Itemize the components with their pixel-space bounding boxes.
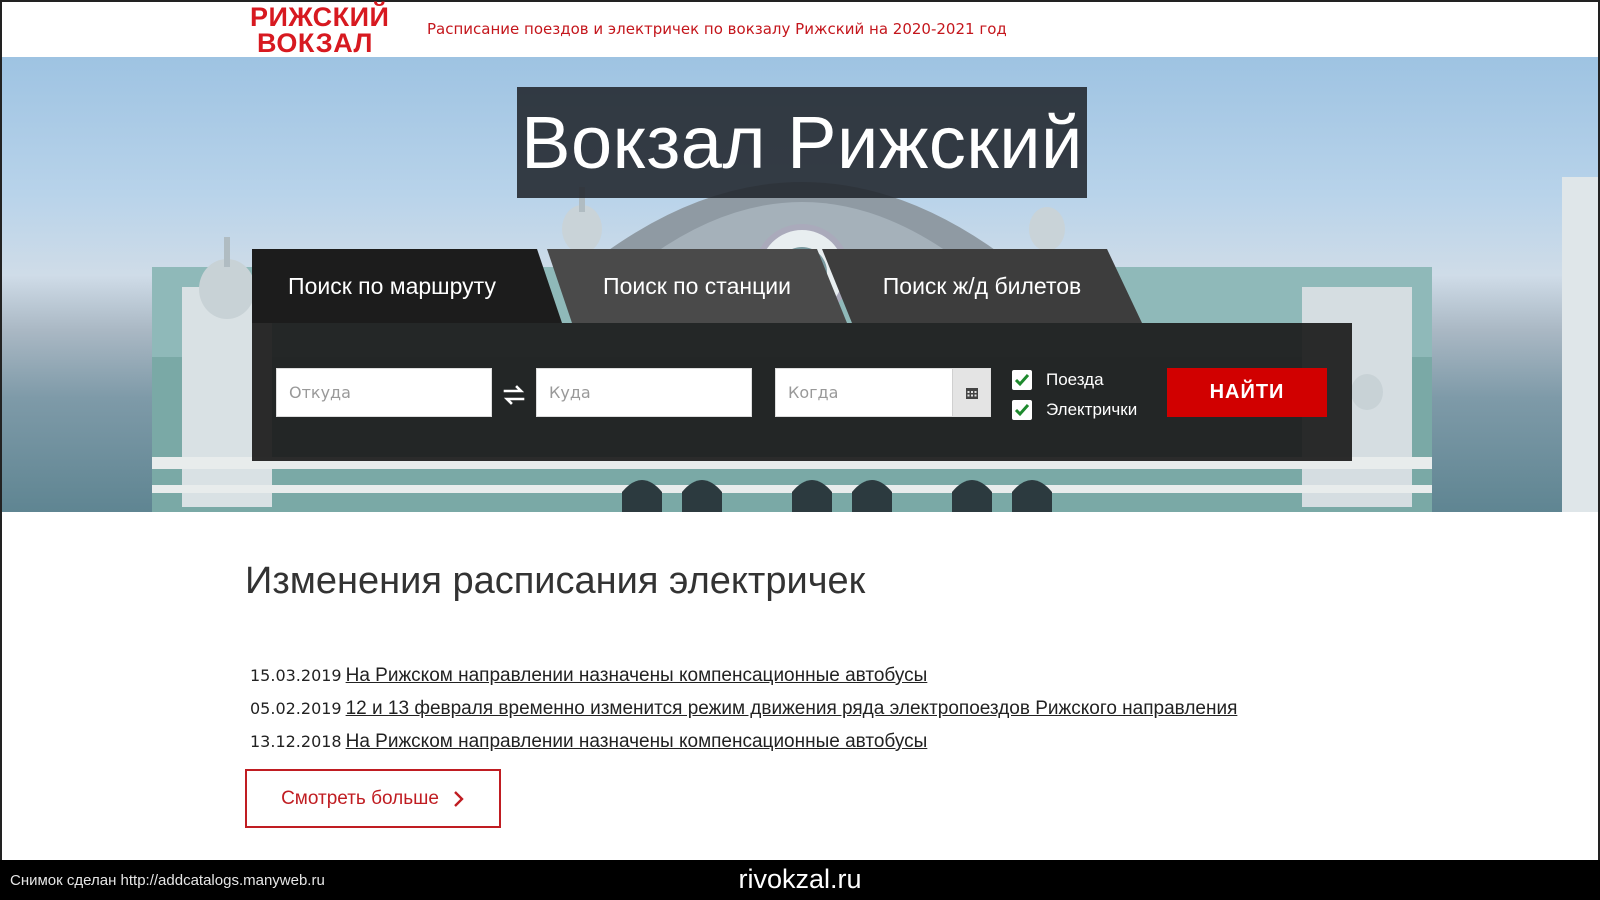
search-panel: Поезда Электрички НАЙТИ	[252, 323, 1352, 461]
calendar-button[interactable]	[952, 369, 990, 416]
see-more-button[interactable]: Смотреть больше	[245, 769, 501, 828]
search-tabs: Поиск ж/д билетов Поиск по станции Поиск…	[252, 249, 1142, 323]
checkbox-box[interactable]	[1012, 400, 1032, 420]
see-more-label: Смотреть больше	[281, 787, 439, 809]
site-header: РИЖСКИЙ ВОКЗАЛ Расписание поездов и элек…	[0, 0, 1600, 57]
from-input[interactable]	[277, 369, 491, 416]
site-logo[interactable]: РИЖСКИЙ ВОКЗАЛ	[250, 2, 390, 58]
tab-tickets-search[interactable]: Поиск ж/д билетов	[822, 249, 1142, 323]
news-list: 15.03.2019 На Рижском направлении назнач…	[250, 665, 1237, 764]
tab-station-search[interactable]: Поиск по станции	[547, 249, 847, 323]
from-field[interactable]	[276, 368, 492, 417]
tab-route-search[interactable]: Поиск по маршруту	[252, 249, 562, 323]
hero-title: Вокзал Рижский	[517, 87, 1087, 198]
news-item: 15.03.2019 На Рижском направлении назнач…	[250, 665, 1237, 698]
news-link[interactable]: На Рижском направлении назначены компенс…	[346, 731, 928, 753]
trains-label: Поезда	[1046, 370, 1104, 389]
news-link[interactable]: 12 и 13 февраля временно изменится режим…	[346, 698, 1238, 720]
to-input[interactable]	[537, 369, 751, 416]
chevron-right-icon	[454, 790, 464, 807]
checkbox-box[interactable]	[1012, 370, 1032, 390]
find-button[interactable]: НАЙТИ	[1167, 368, 1327, 417]
news-date: 13.12.2018	[250, 732, 342, 751]
hero-banner: Вокзал Рижский Поиск ж/д билетов Поиск п…	[0, 57, 1600, 512]
checkmark-icon	[1014, 374, 1030, 387]
swap-icon[interactable]	[502, 383, 526, 407]
elektrichki-label: Электрички	[1046, 400, 1138, 419]
date-field[interactable]	[775, 368, 991, 417]
transport-filters: Поезда Электрички	[1012, 365, 1137, 425]
news-link[interactable]: На Рижском направлении назначены компенс…	[346, 665, 928, 687]
news-date: 05.02.2019	[250, 699, 342, 718]
logo-line-1: РИЖСКИЙ	[250, 2, 390, 32]
news-item: 13.12.2018 На Рижском направлении назнач…	[250, 731, 1237, 764]
news-date: 15.03.2019	[250, 666, 342, 685]
logo-line-2: ВОКЗАЛ	[257, 28, 373, 58]
news-section-title: Изменения расписания электричек	[245, 560, 866, 602]
screenshot-footer: Снимок сделан http://addcatalogs.manyweb…	[0, 860, 1600, 900]
to-field[interactable]	[536, 368, 752, 417]
elektrichki-checkbox[interactable]: Электрички	[1012, 395, 1137, 425]
trains-checkbox[interactable]: Поезда	[1012, 365, 1137, 395]
frame-border-left	[0, 512, 2, 860]
checkmark-icon	[1014, 404, 1030, 417]
header-tagline: Расписание поездов и электричек по вокза…	[427, 20, 1007, 38]
news-item: 05.02.2019 12 и 13 февраля временно изме…	[250, 698, 1237, 731]
site-domain: rivokzal.ru	[738, 864, 862, 894]
calendar-icon	[965, 387, 978, 399]
